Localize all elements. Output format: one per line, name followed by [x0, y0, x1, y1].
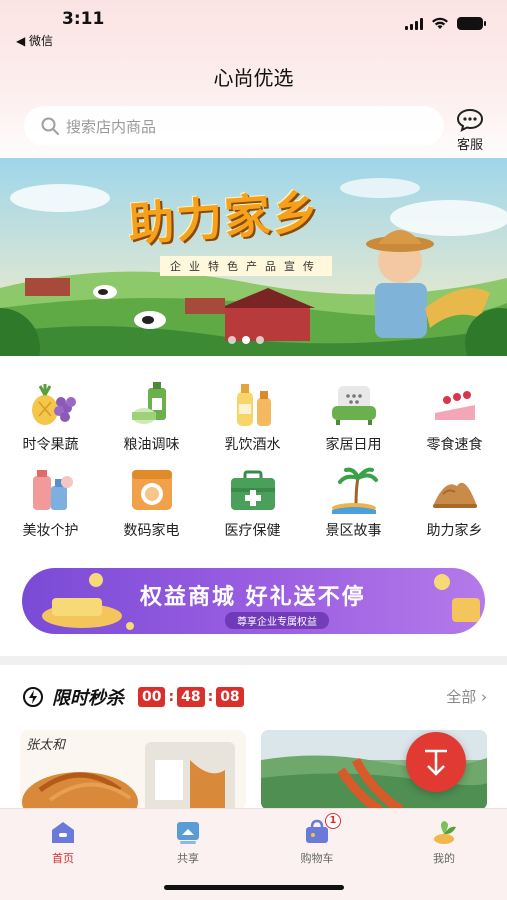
drink-icon: [236, 384, 271, 426]
pagination-dot[interactable]: [228, 336, 236, 344]
banner-title: 助力家乡: [126, 184, 322, 252]
category-snacks[interactable]: 零食速食: [404, 378, 505, 454]
tab-profile[interactable]: 我的: [404, 819, 484, 866]
tab-label: 购物车: [300, 852, 334, 865]
flash-sale-header: 限时秒杀 00 : 48 : 08: [22, 684, 244, 710]
search-placeholder: 搜索店内商品: [66, 117, 157, 136]
countdown-minutes: 48: [177, 687, 205, 707]
product-brand: 张太和: [26, 738, 66, 753]
cosmetics-icon: [32, 470, 73, 510]
category-hometown[interactable]: 助力家乡: [404, 464, 505, 540]
washer-icon: [131, 470, 172, 510]
section-divider: [0, 656, 507, 665]
search-input[interactable]: 搜索店内商品: [24, 106, 444, 146]
category-label: 医疗保健: [224, 523, 281, 539]
category-label: 乳饮酒水: [224, 437, 281, 453]
search-icon: [41, 117, 59, 135]
battery-icon: [457, 17, 486, 30]
banner-pagination: [228, 336, 264, 344]
lightning-icon: [23, 687, 43, 707]
pagination-dot-active[interactable]: [242, 336, 250, 344]
promo-subtitle: 尊享企业专属权益: [225, 612, 329, 629]
view-all-link[interactable]: 全部 ›: [446, 686, 487, 707]
cellular-signal-icon: [405, 17, 423, 30]
category-scenic[interactable]: 景区故事: [303, 464, 404, 540]
cake-icon: [434, 391, 475, 420]
category-label: 数码家电: [123, 523, 180, 539]
home-indicator: [164, 885, 344, 890]
fruit-icon: [31, 384, 76, 425]
pagination-dot[interactable]: [256, 336, 264, 344]
countdown-separator: :: [168, 689, 175, 705]
category-home[interactable]: 家居日用: [303, 378, 404, 454]
category-fruit[interactable]: 时令果蔬: [0, 378, 101, 454]
tab-label: 共享: [177, 852, 199, 865]
rewards-mall-banner[interactable]: 权益商城 好礼送不停 尊享企业专属权益: [22, 568, 485, 634]
mountain-icon: [432, 482, 477, 508]
island-icon: [331, 467, 378, 514]
category-label: 家居日用: [325, 437, 382, 453]
status-icons: [405, 17, 486, 30]
customer-service-label: 客服: [456, 138, 483, 153]
chat-bubble-icon: [456, 108, 484, 132]
category-electronics[interactable]: 数码家电: [101, 464, 202, 540]
countdown-hours: 00: [138, 687, 166, 707]
arrow-down-icon: [425, 749, 447, 776]
category-label: 景区故事: [325, 523, 382, 539]
customer-service-button[interactable]: 客服: [452, 108, 488, 153]
wifi-icon: [432, 17, 448, 29]
category-label: 时令果蔬: [22, 437, 79, 453]
category-grain-oil[interactable]: 粮油调味: [101, 378, 202, 454]
cart-badge: 1: [325, 813, 341, 829]
hero-banner[interactable]: 助力家乡 企业特色产品宣传: [0, 158, 507, 356]
countdown-separator: :: [207, 689, 214, 705]
tab-cart[interactable]: 1 购物车: [277, 813, 357, 866]
sofa-icon: [331, 386, 376, 425]
category-label: 美妆个护: [22, 523, 79, 539]
tab-label: 我的: [433, 852, 455, 865]
page-title: 心尚优选: [213, 66, 294, 90]
back-to-wechat-link[interactable]: ◀ 微信: [16, 32, 53, 49]
category-medical[interactable]: 医疗保健: [202, 464, 303, 540]
medical-kit-icon: [230, 470, 275, 510]
profile-icon: [434, 821, 456, 844]
category-drinks[interactable]: 乳饮酒水: [202, 378, 303, 454]
oil-icon: [131, 382, 166, 424]
product-card[interactable]: 张太和: [20, 730, 246, 810]
banner-subtitle: 企业特色产品宣传: [160, 256, 332, 276]
share-icon: [177, 822, 199, 844]
tab-share[interactable]: 共享: [148, 819, 228, 866]
category-label: 助力家乡: [426, 523, 483, 539]
countdown-seconds: 08: [216, 687, 244, 707]
flash-sale-title: 限时秒杀: [52, 688, 124, 709]
status-time: 3:11: [62, 9, 105, 29]
scroll-to-top-button[interactable]: [406, 732, 466, 792]
tab-label: 首页: [52, 852, 74, 865]
home-icon: [52, 822, 74, 843]
category-beauty[interactable]: 美妆个护: [0, 464, 101, 540]
promo-title: 权益商城 好礼送不停: [140, 585, 366, 610]
category-label: 零食速食: [426, 437, 483, 453]
tab-home[interactable]: 首页: [23, 819, 103, 866]
category-label: 粮油调味: [123, 437, 180, 453]
